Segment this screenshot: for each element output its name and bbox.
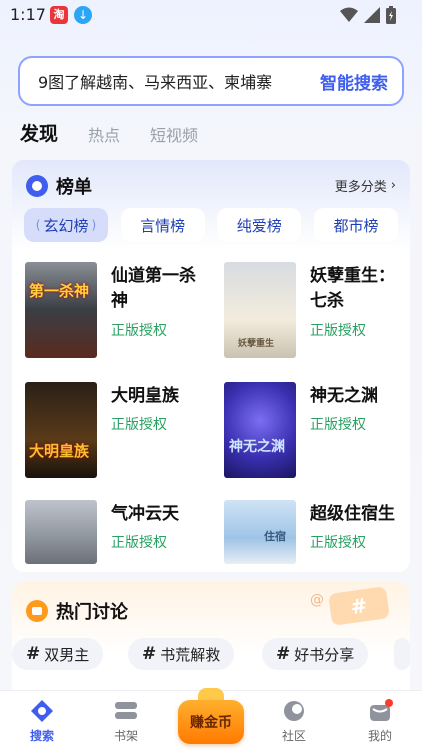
search-input[interactable]: 9图了解越南、马来西亚、柬埔寨 xyxy=(38,69,320,93)
book-item[interactable]: 妖孽重生 妖孽重生：七杀 正版授权 xyxy=(224,262,412,358)
book-title: 大明皇族 xyxy=(111,386,179,406)
ranking-card: 榜单 更多分类 › ( 玄幻榜 ) 言情榜 纯爱榜 都市榜 第一杀神 仙道第一杀… xyxy=(12,160,410,572)
nav-search-label: 搜索 xyxy=(29,729,54,743)
cover-title: 第一杀神 xyxy=(29,282,90,300)
book-title: 神无之渊 xyxy=(310,386,378,406)
category-pills: ( 玄幻榜 ) 言情榜 纯爱榜 都市榜 xyxy=(24,208,398,242)
laurel-left-icon: ( xyxy=(35,218,41,232)
category-label: 言情榜 xyxy=(140,216,186,235)
category-romance[interactable]: 言情榜 xyxy=(120,208,205,242)
book-badge: 正版授权 xyxy=(111,417,167,433)
category-bl[interactable]: 纯爱榜 xyxy=(217,208,302,242)
hot-discussion-card: 热门讨论 @ # # 双男主 # 书荒解救 # 好书分享 xyxy=(12,582,410,702)
topic-chip[interactable]: # 书荒解救 xyxy=(128,638,235,670)
ranking-title: 榜单 xyxy=(56,177,92,198)
book-title: 气冲云天 xyxy=(111,504,179,524)
status-indicators xyxy=(340,5,396,25)
ranking-header: 榜单 xyxy=(26,173,92,199)
cover-title: 神无之渊 xyxy=(229,439,285,455)
nav-shelf-label: 书架 xyxy=(113,729,138,743)
topic-chip[interactable]: # 双男主 xyxy=(12,638,104,670)
taobao-icon: 淘 xyxy=(50,6,68,24)
chat-icon xyxy=(26,600,48,622)
book-badge: 正版授权 xyxy=(310,535,366,551)
hashtag-badge-icon: # xyxy=(328,586,390,626)
status-time: 1:17 xyxy=(10,5,46,24)
search-nav-icon xyxy=(29,699,55,723)
book-item[interactable]: 神无之渊 神无之渊 正版授权 xyxy=(224,382,412,478)
top-tabs: 发现 热点 短视频 xyxy=(20,118,198,146)
tab-short-video[interactable]: 短视频 xyxy=(150,122,198,146)
hash-icon: # xyxy=(26,644,41,664)
community-icon xyxy=(281,699,307,723)
earn-coins-label: 赚金币 xyxy=(190,715,232,731)
book-badge: 正版授权 xyxy=(111,535,167,551)
nav-community-label: 社区 xyxy=(281,729,306,743)
nav-search[interactable]: 搜索 xyxy=(12,699,72,744)
download-icon: ↓ xyxy=(74,6,92,24)
book-cover: 神无之渊 xyxy=(224,382,296,478)
tab-hot[interactable]: 热点 xyxy=(88,122,120,146)
cover-title: 大明皇族 xyxy=(29,442,90,460)
book-cover xyxy=(25,500,97,564)
book-badge: 正版授权 xyxy=(310,323,366,339)
cover-title: 住宿 xyxy=(264,530,286,543)
hash-icon: # xyxy=(142,644,157,664)
book-title: 仙道第一杀神 xyxy=(111,266,196,311)
topic-label: 双男主 xyxy=(44,645,90,664)
book-cover: 第一杀神 xyxy=(25,262,97,358)
category-label: 玄幻榜 xyxy=(43,216,89,235)
book-item[interactable]: 住宿 超级住宿生 正版授权 xyxy=(224,500,412,564)
nav-mine[interactable]: 我的 xyxy=(350,699,410,744)
at-sign-icon: @ xyxy=(310,592,324,608)
laurel-right-icon: ) xyxy=(91,218,97,232)
category-urban[interactable]: 都市榜 xyxy=(313,208,398,242)
topic-label: 好书分享 xyxy=(294,645,355,664)
bookshelf-icon xyxy=(113,699,139,723)
book-item[interactable]: 第一杀神 仙道第一杀神 正版授权 xyxy=(25,262,213,358)
chevron-right-icon: › xyxy=(390,178,396,193)
book-badge: 正版授权 xyxy=(310,417,366,433)
nav-community[interactable]: 社区 xyxy=(264,699,324,744)
wifi-icon xyxy=(340,7,358,22)
nav-shelf[interactable]: 书架 xyxy=(96,699,156,744)
book-cover: 住宿 xyxy=(224,500,296,564)
ranking-icon xyxy=(26,175,48,197)
tab-discover[interactable]: 发现 xyxy=(20,119,58,146)
book-title: 超级住宿生 xyxy=(310,504,395,524)
signal-icon xyxy=(364,7,380,23)
more-categories-link[interactable]: 更多分类 › xyxy=(335,176,396,195)
nav-mine-label: 我的 xyxy=(367,729,392,743)
hot-discussion-header: 热门讨论 xyxy=(26,598,128,624)
smart-search-button[interactable]: 智能搜索 xyxy=(320,69,388,94)
topic-row: # 双男主 # 书荒解救 # 好书分享 xyxy=(12,638,410,670)
battery-icon xyxy=(386,6,396,24)
book-item[interactable]: 气冲云天 正版授权 xyxy=(25,500,213,564)
category-label: 纯爱榜 xyxy=(236,216,282,235)
profile-icon xyxy=(367,699,393,723)
search-bar[interactable]: 9图了解越南、马来西亚、柬埔寨 智能搜索 xyxy=(18,56,404,106)
topic-chip[interactable]: # 好书分享 xyxy=(262,638,369,670)
topic-label: 书荒解救 xyxy=(160,645,221,664)
hot-discussion-title: 热门讨论 xyxy=(56,602,128,623)
cover-title: 妖孽重生 xyxy=(238,339,275,349)
topic-chip-partial[interactable] xyxy=(394,638,410,670)
book-cover: 大明皇族 xyxy=(25,382,97,478)
book-cover: 妖孽重生 xyxy=(224,262,296,358)
earn-coins-button[interactable]: 赚金币 xyxy=(178,700,244,744)
book-title: 妖孽重生：七杀 xyxy=(310,266,395,311)
status-bar: 1:17 淘 ↓ xyxy=(0,0,422,30)
category-fantasy[interactable]: ( 玄幻榜 ) xyxy=(24,208,108,242)
book-item[interactable]: 大明皇族 大明皇族 正版授权 xyxy=(25,382,213,478)
hash-icon: # xyxy=(276,644,291,664)
category-label: 都市榜 xyxy=(333,216,379,235)
more-categories-label: 更多分类 xyxy=(334,180,387,195)
book-badge: 正版授权 xyxy=(111,323,167,339)
